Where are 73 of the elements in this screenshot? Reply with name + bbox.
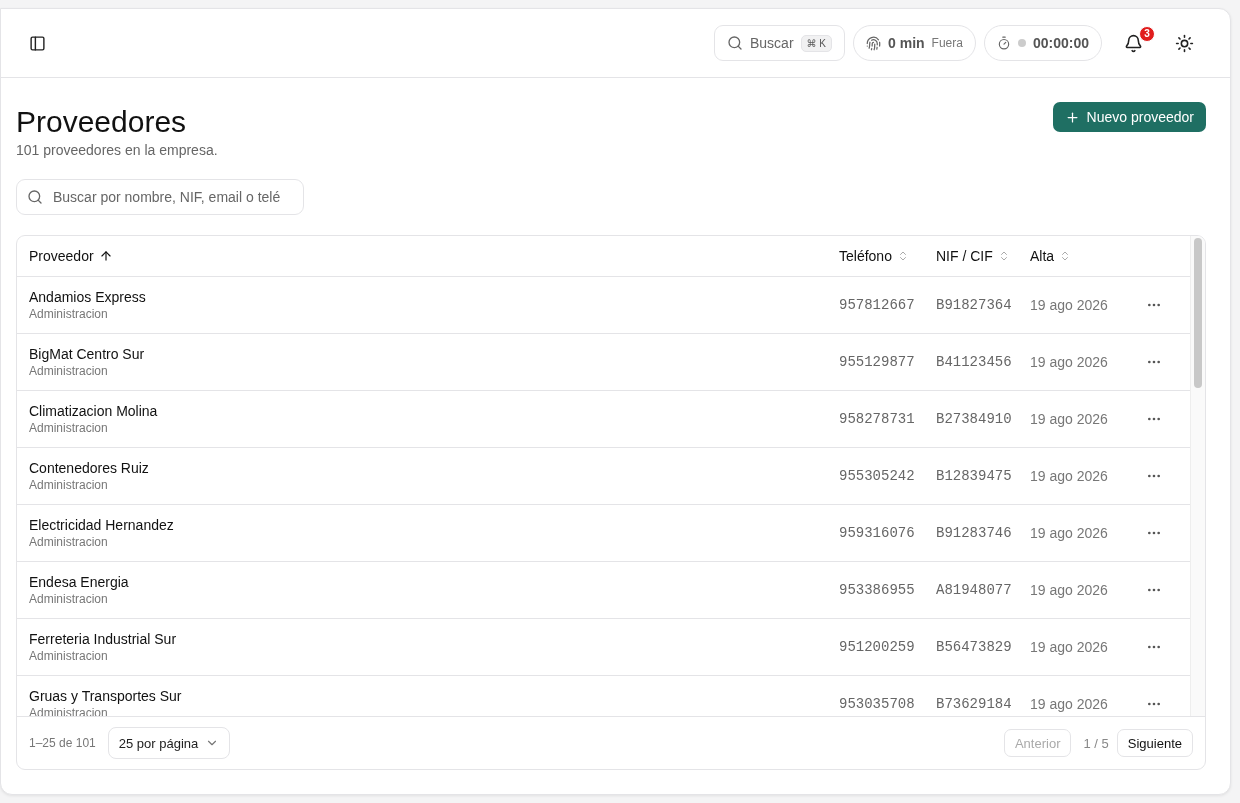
phone-cell-text: 955305242 <box>839 468 916 484</box>
page-indicator: 1 / 5 <box>1083 735 1109 751</box>
search-icon <box>727 35 743 51</box>
presence-status: Fuera <box>931 36 963 50</box>
sun-icon <box>1175 33 1194 53</box>
date-cell-text: 19 ago 2026 <box>1030 297 1109 313</box>
phone-cell-text: 957812667 <box>839 297 916 313</box>
column-header[interactable]: Proveedor <box>29 248 839 264</box>
search-icon <box>27 189 43 205</box>
column-header[interactable]: Alta <box>1030 248 1140 264</box>
timer-button[interactable]: 00:00:00 <box>983 25 1102 61</box>
presence-time: 0 min <box>888 35 925 51</box>
stopwatch-icon <box>996 36 1011 50</box>
column-label: Teléfono <box>839 248 892 264</box>
date-cell-text: 19 ago 2026 <box>1030 468 1109 484</box>
date-cell-text: 19 ago 2026 <box>1030 696 1109 712</box>
presence-button[interactable]: 0 min Fuera <box>853 25 976 61</box>
supplier-name: Climatizacion Molina <box>29 403 159 419</box>
date-cell-text: 19 ago 2026 <box>1030 582 1109 598</box>
search-label: Buscar <box>750 35 794 51</box>
page-subtitle: 101 proveedores en la empresa. <box>16 142 218 158</box>
supplier-name: Andamios Express <box>29 289 147 305</box>
supplier-category: Administracion <box>29 649 109 663</box>
supplier-category: Administracion <box>29 478 109 492</box>
bell-icon <box>1124 33 1143 53</box>
page-title: Proveedores <box>16 104 188 140</box>
date-cell-text: 19 ago 2026 <box>1030 354 1109 370</box>
search-field[interactable]: Buscar por nombre, NIF, email o telé <box>16 179 304 215</box>
column-label: NIF / CIF <box>936 248 993 264</box>
supplier-category: Administracion <box>29 421 109 435</box>
supplier-name: BigMat Centro Sur <box>29 346 146 362</box>
date-cell-text: 19 ago 2026 <box>1030 411 1109 427</box>
sidebar-icon <box>29 34 46 52</box>
shortcut-key: ⌘ K <box>800 34 832 52</box>
phone-cell-text: 951200259 <box>839 639 916 655</box>
supplier-name: Ferreteria Industrial Sur <box>29 631 178 647</box>
plus-icon <box>1064 109 1080 125</box>
notification-count: 3 <box>1139 25 1155 42</box>
tax-id-cell-text: B91283746 <box>936 525 1013 541</box>
tax-id-cell-text: B91827364 <box>936 297 1013 313</box>
supplier-name: Endesa Energia <box>29 574 130 590</box>
date-cell-text: 19 ago 2026 <box>1030 639 1109 655</box>
tax-id-cell-text: B73629184 <box>936 696 1013 712</box>
column-label: Alta <box>1030 248 1055 264</box>
tax-id-cell-text: B12839475 <box>936 468 1013 484</box>
supplier-category: Administracion <box>29 364 109 378</box>
column-label: Proveedor <box>29 248 94 264</box>
timer-value: 00:00:00 <box>1032 35 1089 51</box>
supplier-name: Electricidad Hernandez <box>29 517 175 533</box>
tax-id-cell-text: B27384910 <box>936 411 1013 427</box>
supplier-category: Administracion <box>29 535 109 549</box>
search-button[interactable]: Buscar ⌘ K <box>714 25 845 61</box>
tax-id-cell-text: A81948077 <box>936 582 1013 598</box>
supplier-category: Administracion <box>29 592 109 606</box>
phone-cell-text: 953386955 <box>839 582 916 598</box>
phone-cell-text: 958278731 <box>839 411 916 427</box>
next-page-button[interactable]: Siguiente <box>1116 729 1193 757</box>
fingerprint-icon <box>866 35 881 51</box>
tax-id-cell-text: B56473829 <box>936 639 1013 655</box>
phone-cell-text: 955129877 <box>839 354 916 370</box>
supplier-name: Gruas y Transportes Sur <box>29 688 183 704</box>
phone-cell-text: 953035708 <box>839 696 916 712</box>
results-range: 1–25 de 101 <box>29 736 96 750</box>
new-supplier-button[interactable]: Nuevo proveedor <box>1052 102 1206 132</box>
supplier-category: Administracion <box>29 307 109 321</box>
page-size-select[interactable]: 25 por página <box>107 727 231 759</box>
date-cell-text: 19 ago 2026 <box>1030 525 1109 541</box>
column-header[interactable]: NIF / CIF <box>936 248 1030 264</box>
scrollbar[interactable] <box>1190 236 1205 716</box>
column-header[interactable]: Teléfono <box>839 248 936 264</box>
phone-cell-text: 959316076 <box>839 525 916 541</box>
tax-id-cell-text: B41123456 <box>936 354 1013 370</box>
supplier-name: Contenedores Ruiz <box>29 460 150 476</box>
